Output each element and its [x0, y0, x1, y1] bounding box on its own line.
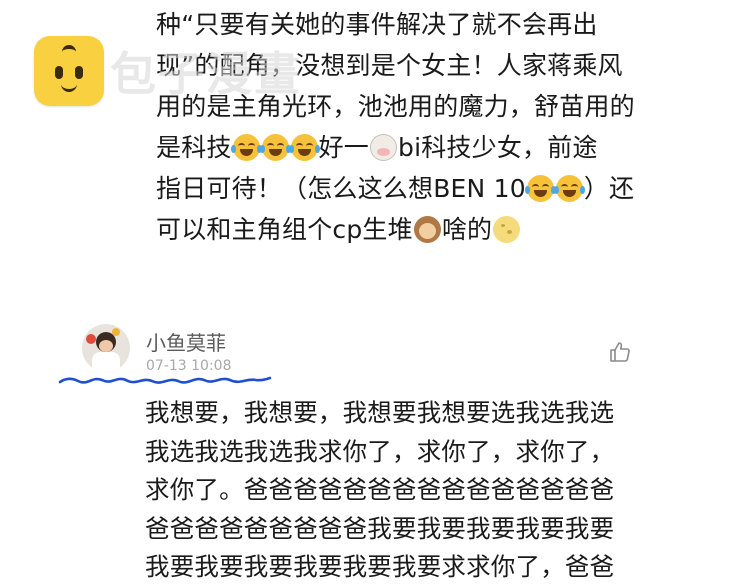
- like-button[interactable]: [608, 340, 632, 364]
- hand-drawn-underline: [58, 376, 272, 384]
- cow-emoji: [370, 134, 398, 161]
- comment-line: 我要我要我要我要我要我要求求你了，爸爸: [145, 552, 615, 582]
- comment-body: 我想要，我想要，我想要我想要选我选我选 我选我选我选我求你了，求你了，求你了， …: [145, 394, 705, 587]
- watermark-text: 包子漫畫: [110, 47, 302, 101]
- avatar[interactable]: [82, 324, 130, 372]
- comment-line: 是科技 好一 bi科技少女，前途: [156, 133, 598, 162]
- monkey-emoji: [413, 216, 441, 243]
- laugh-crying-emoji: [524, 175, 556, 202]
- comment-line: 指日可待！（怎么这么想BEN 10 ）还: [156, 174, 635, 203]
- comment-line: 可以和主角组个cp生堆 啥的: [156, 209, 696, 250]
- comment-line: 求你了。爸爸爸爸爸爸爸爸爸爸爸爸爸爸爸: [145, 475, 615, 505]
- comment-line: 我想要，我想要，我想要我想要选我选我选: [145, 398, 615, 427]
- laugh-crying-emoji: [288, 134, 320, 161]
- username[interactable]: 小鱼莫菲: [146, 327, 226, 356]
- site-watermark: 包子漫畫: [34, 36, 302, 106]
- comment-line: 我选我选我选我求你了，求你了，求你了，: [145, 436, 615, 466]
- laugh-crying-emoji: [230, 134, 262, 161]
- moon-emoji: [493, 216, 521, 243]
- bun-mascot-icon: [34, 36, 104, 106]
- laugh-crying-emoji: [259, 134, 291, 161]
- comment-line: 爸爸爸爸爸爸爸爸爸我要我要我要我要我要: [145, 513, 615, 543]
- thumbs-up-icon: [610, 342, 630, 362]
- laugh-crying-emoji: [553, 175, 585, 202]
